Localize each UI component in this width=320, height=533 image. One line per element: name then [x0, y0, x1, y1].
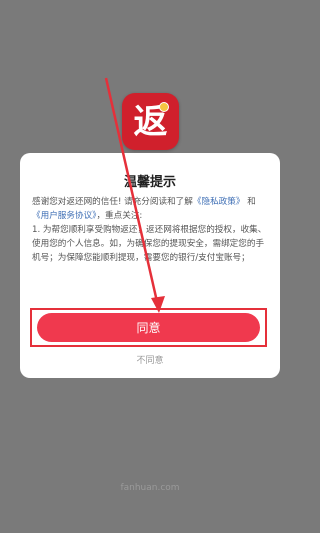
- annotation-arrow-icon: [104, 77, 165, 313]
- watermark: fanhuan.com: [120, 483, 180, 493]
